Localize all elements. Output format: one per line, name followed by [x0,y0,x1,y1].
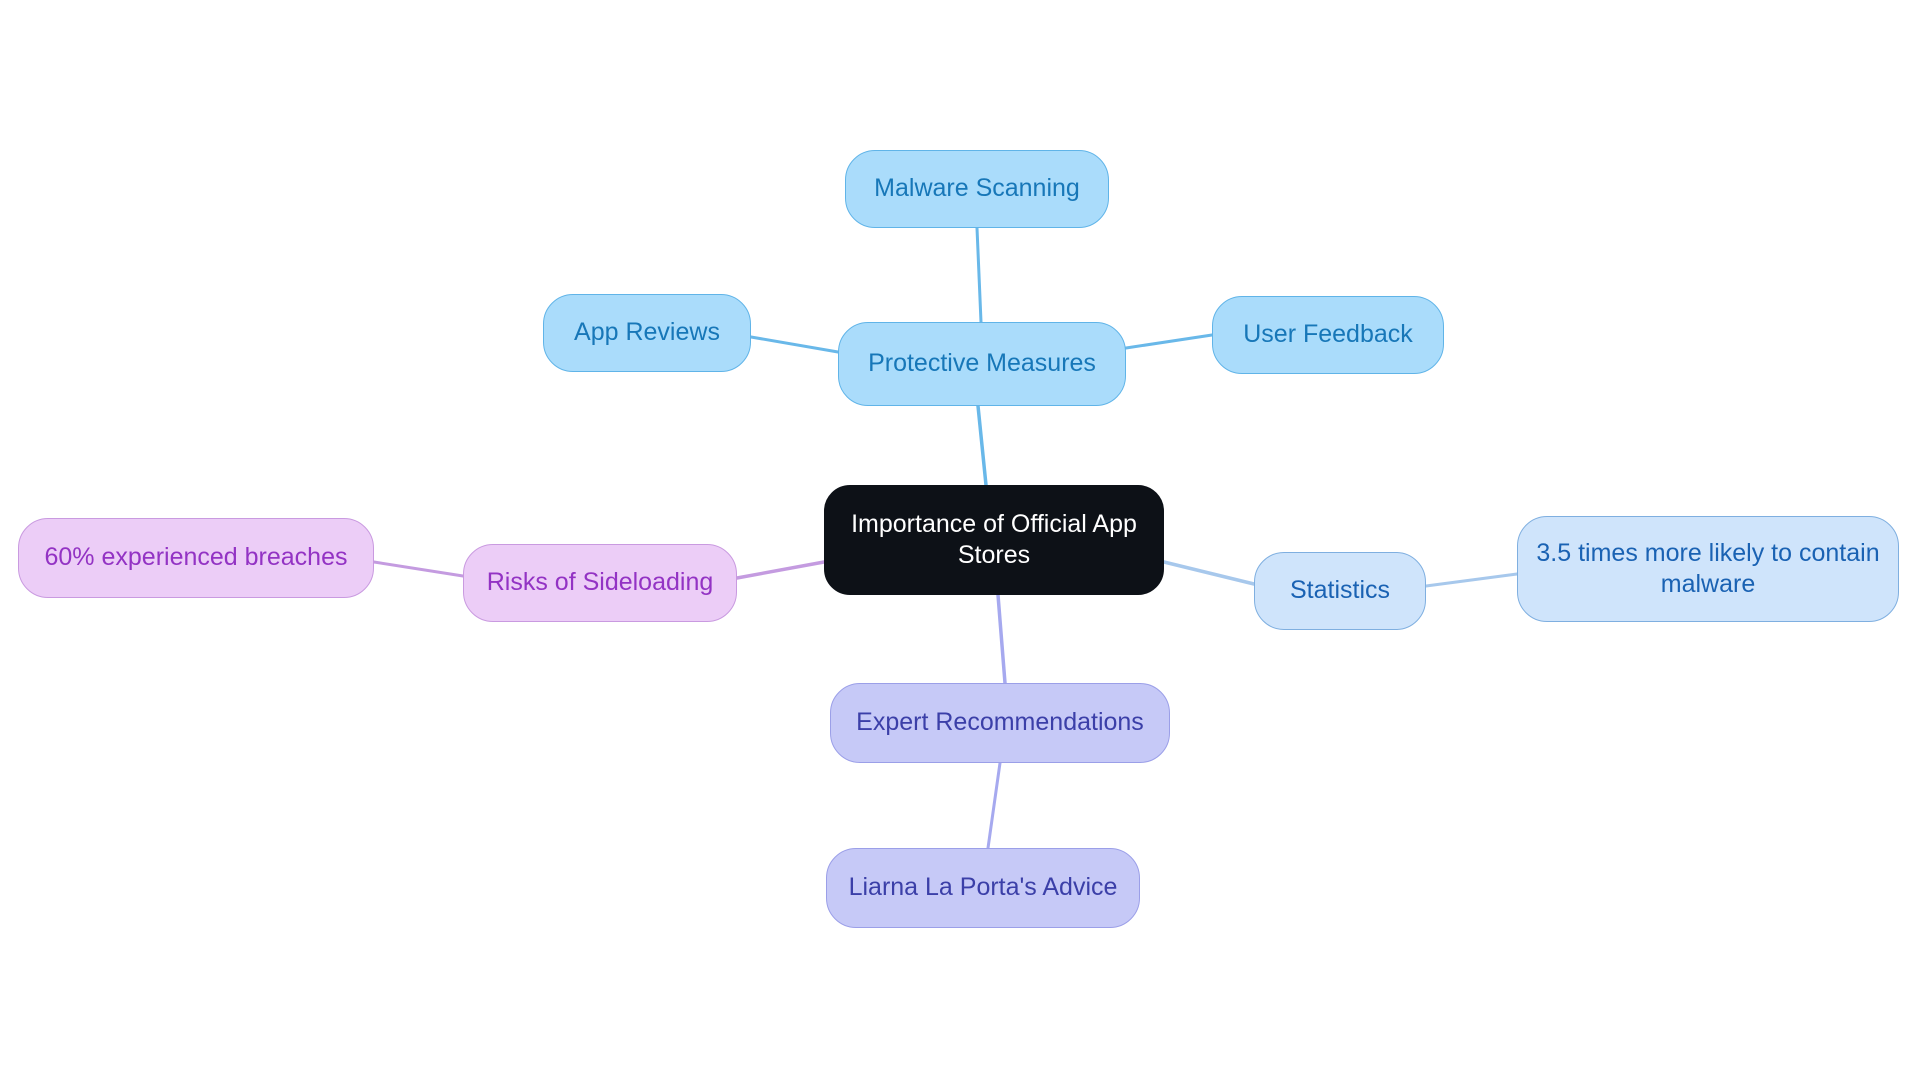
node-label-root: Importance of Official App Stores [851,509,1137,569]
node-label-protective-measures: Protective Measures [868,349,1096,378]
node-label-liarna-advice: Liarna La Porta's Advice [848,873,1118,902]
edge-statistics-to-malware-likelihood [1424,572,1519,588]
mindmap-node-protective-measures[interactable]: Protective Measures [838,322,1126,406]
mindmap-node-app-reviews[interactable]: App Reviews [543,294,751,372]
node-label-malware-likelihood: 3.5 times more likely to contain malware [1536,538,1880,598]
mindmap-canvas: Importance of Official App Stores Protec… [0,0,1920,1083]
node-label-malware-scanning: Malware Scanning [874,174,1080,203]
edge-expert-recommendations-to-liarna-advice [986,761,1002,850]
node-label-statistics: Statistics [1289,576,1391,605]
edge-protective-measures-to-app-reviews [749,335,840,354]
mindmap-node-risks-of-sideloading[interactable]: Risks of Sideloading [463,544,737,622]
edge-protective-measures-to-malware-scanning [975,226,983,324]
node-label-expert-recommendations: Expert Recommendations [856,708,1144,737]
edge-protective-measures-to-user-feedback [1124,333,1214,350]
mindmap-node-expert-recommendations[interactable]: Expert Recommendations [830,683,1170,763]
mindmap-node-malware-likelihood[interactable]: 3.5 times more likely to contain malware [1517,516,1899,622]
mindmap-node-root[interactable]: Importance of Official App Stores [824,485,1164,595]
edge-risks-of-sideloading-to-breaches [372,560,465,578]
edge-root-to-statistics [1162,560,1256,586]
node-label-risks-of-sideloading: Risks of Sideloading [486,568,714,597]
mindmap-node-liarna-advice[interactable]: Liarna La Porta's Advice [826,848,1140,928]
mindmap-node-malware-scanning[interactable]: Malware Scanning [845,150,1109,228]
edge-root-to-expert-recommendations [996,593,1007,685]
node-label-breaches: 60% experienced breaches [44,543,348,572]
edge-root-to-protective-measures [976,404,988,487]
edge-root-to-risks-of-sideloading [735,560,826,580]
mindmap-node-statistics[interactable]: Statistics [1254,552,1426,630]
mindmap-node-breaches[interactable]: 60% experienced breaches [18,518,374,598]
mindmap-node-user-feedback[interactable]: User Feedback [1212,296,1444,374]
node-label-app-reviews: App Reviews [574,318,720,347]
node-label-user-feedback: User Feedback [1243,320,1413,349]
